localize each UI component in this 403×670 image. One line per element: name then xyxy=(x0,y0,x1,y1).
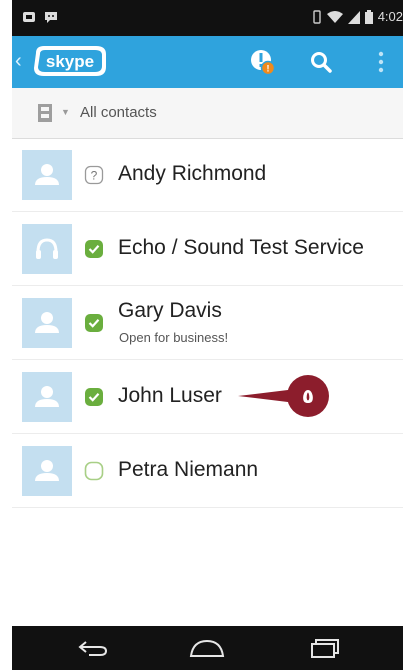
person-icon xyxy=(35,460,59,481)
nav-bar xyxy=(12,626,403,670)
avatar xyxy=(22,372,72,422)
avatar xyxy=(22,298,72,348)
contact-name: Petra Niemann xyxy=(118,458,259,481)
recents-icon xyxy=(311,639,339,658)
filter-label: All contacts xyxy=(80,104,157,121)
vibrate-icon xyxy=(312,9,321,24)
status-bar: 4:02 xyxy=(12,0,403,36)
contact-row[interactable]: Petra Niemann xyxy=(12,434,403,508)
back-button[interactable] xyxy=(70,633,116,663)
headset-icon xyxy=(36,238,58,259)
contact-row[interactable]: Echo / Sound Test Service xyxy=(12,212,403,286)
contact-row[interactable]: ? Andy Richmond xyxy=(12,138,403,212)
overflow-menu-button[interactable] xyxy=(358,36,403,88)
person-icon xyxy=(35,312,59,333)
offline-status-icon xyxy=(84,461,104,481)
notification-icon: ! xyxy=(251,50,276,76)
avatar xyxy=(22,224,72,274)
notification-icon xyxy=(23,12,35,22)
contact-name: John Luser xyxy=(118,384,222,407)
callout-label: ٥ xyxy=(302,384,314,408)
online-status-icon xyxy=(85,388,103,406)
wifi-icon xyxy=(326,10,343,23)
status-left xyxy=(22,10,58,24)
svg-text:?: ? xyxy=(91,169,98,183)
notifications-button[interactable]: ! xyxy=(240,36,286,88)
home-button[interactable] xyxy=(184,633,230,663)
back-chevron-icon[interactable]: ‹ xyxy=(15,50,22,73)
phone-screen: 4:02 ‹ skype ! ▼ All contacts ? Andy Ric… xyxy=(12,0,403,670)
search-button[interactable] xyxy=(298,36,344,88)
overflow-menu-icon xyxy=(378,51,384,73)
contacts-book-icon xyxy=(38,104,52,122)
home-icon xyxy=(189,639,225,657)
contact-name: Andy Richmond xyxy=(118,162,267,185)
person-icon xyxy=(35,164,59,185)
status-right: 4:02 xyxy=(312,9,403,24)
search-icon xyxy=(311,52,332,73)
contact-list: ? Andy Richmond Echo / Sound Test Servic… xyxy=(12,138,403,508)
online-status-icon xyxy=(85,240,103,258)
callout-marker: ٥ xyxy=(238,375,329,417)
avatar xyxy=(22,150,72,200)
logo-text: skype xyxy=(46,52,94,71)
signal-icon xyxy=(347,10,360,24)
notification-badge-text: ! xyxy=(267,64,270,74)
contact-row[interactable]: John Luser xyxy=(12,360,403,434)
contacts-filter[interactable]: ▼ All contacts xyxy=(12,88,403,139)
avatar xyxy=(22,446,72,496)
unknown-status-icon: ? xyxy=(84,165,104,185)
back-icon xyxy=(78,641,108,656)
person-icon xyxy=(35,386,59,407)
recents-button[interactable] xyxy=(302,633,348,663)
skype-logo[interactable]: skype xyxy=(30,44,110,78)
battery-icon xyxy=(364,9,373,24)
online-status-icon xyxy=(85,314,103,332)
app-bar: ‹ skype ! xyxy=(12,36,403,88)
chat-icon xyxy=(45,12,57,23)
status-time: 4:02 xyxy=(377,9,403,24)
dropdown-caret-icon: ▼ xyxy=(61,107,70,117)
contact-name: Gary Davis xyxy=(118,299,222,322)
mood-message: Open for business! xyxy=(119,330,229,345)
contact-name: Echo / Sound Test Service xyxy=(118,236,364,259)
contact-row[interactable]: Gary Davis Open for business! xyxy=(12,286,403,360)
